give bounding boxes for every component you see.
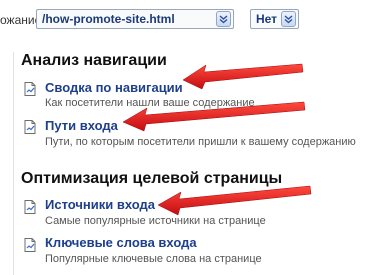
navigation-summary-link[interactable]: Сводка по навигации	[45, 80, 183, 95]
page-url-value: /how-promote-site.html	[42, 12, 175, 26]
entry-sources-description: Самые популярные источники на странице	[45, 215, 266, 227]
comparison-select[interactable]: Нет	[250, 9, 299, 29]
report-page-icon	[24, 238, 36, 252]
filter-bar: ожание /how-promote-site.html Нет	[0, 0, 380, 38]
comparison-value: Нет	[256, 12, 278, 26]
entry-keywords-description: Популярные ключевые слова на странице	[45, 253, 262, 265]
chevron-down-icon[interactable]	[216, 11, 231, 27]
report-page-icon	[24, 120, 36, 134]
page-url-select[interactable]: /how-promote-site.html	[36, 9, 234, 29]
entry-sources-link[interactable]: Источники входа	[45, 197, 155, 212]
red-arrow-icon	[182, 63, 304, 90]
section-title-navigation-analysis: Анализ навигации	[21, 52, 167, 69]
left-divider	[13, 52, 14, 275]
entry-keywords-link[interactable]: Ключевые слова входа	[45, 235, 197, 250]
report-page-icon	[24, 82, 36, 96]
navigation-summary-description: Как посетители нашли ваше содержание	[45, 97, 255, 109]
report-page-icon	[24, 200, 36, 214]
chevron-down-icon[interactable]	[281, 11, 296, 27]
section-title-landing-page-optimization: Оптимизация целевой страницы	[21, 170, 283, 187]
red-arrow-icon	[157, 185, 312, 216]
entry-paths-link[interactable]: Пути входа	[45, 118, 118, 133]
entry-paths-description: Пути, по которым посетители пришли к ваш…	[45, 136, 356, 148]
